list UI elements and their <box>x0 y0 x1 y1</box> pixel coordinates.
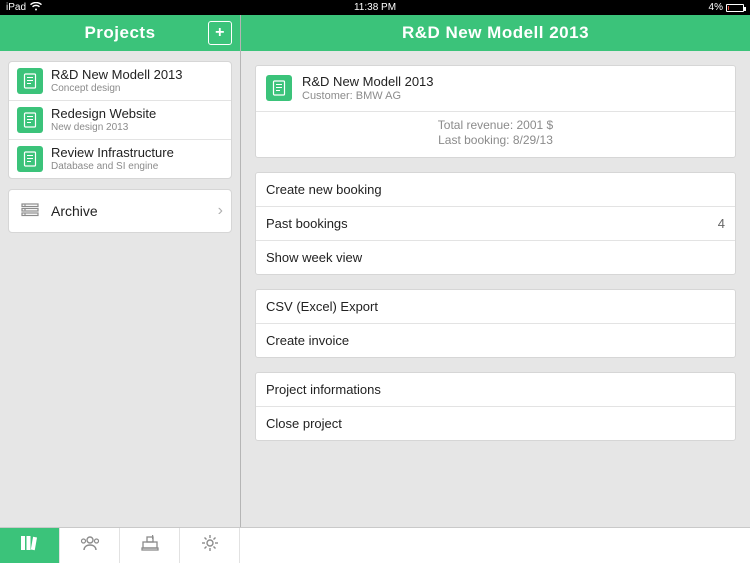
project-actions: Project informations Close project <box>255 372 736 441</box>
create-booking-label: Create new booking <box>266 182 382 197</box>
wifi-icon <box>30 2 42 14</box>
document-icon <box>17 68 43 94</box>
project-subtitle: New design 2013 <box>51 122 156 133</box>
past-bookings-count: 4 <box>718 216 725 231</box>
project-name: R&D New Modell 2013 <box>302 74 434 90</box>
create-invoice-button[interactable]: Create invoice <box>256 324 735 357</box>
project-item-1[interactable]: Redesign Website New design 2013 <box>9 101 231 140</box>
project-subtitle: Concept design <box>51 83 183 94</box>
document-icon <box>266 75 292 101</box>
main-title: R&D New Modell 2013 <box>402 23 589 43</box>
device-label: iPad <box>6 2 26 13</box>
project-title: R&D New Modell 2013 <box>51 68 183 82</box>
archive-button[interactable]: Archive › <box>9 190 231 232</box>
sidebar-header: Projects + <box>0 15 240 51</box>
sidebar-title: Projects <box>84 23 155 43</box>
cash-register-icon <box>139 534 161 557</box>
tabbar-spacer <box>240 528 750 563</box>
tab-register[interactable] <box>120 528 180 563</box>
csv-export-button[interactable]: CSV (Excel) Export <box>256 290 735 324</box>
battery-percent: 4% <box>709 2 723 13</box>
project-header-row: R&D New Modell 2013 Customer: BMW AG <box>256 66 735 112</box>
archive-label: Archive <box>51 203 218 219</box>
people-icon <box>79 534 101 557</box>
create-booking-button[interactable]: Create new booking <box>256 173 735 207</box>
csv-export-label: CSV (Excel) Export <box>266 299 378 314</box>
tab-customers[interactable] <box>60 528 120 563</box>
close-project-button[interactable]: Close project <box>256 407 735 440</box>
tab-bar <box>0 527 750 563</box>
close-project-label: Close project <box>266 416 342 431</box>
battery-icon <box>726 4 744 12</box>
clock: 11:38 PM <box>354 2 396 13</box>
tab-projects[interactable] <box>0 528 60 563</box>
status-bar: iPad 11:38 PM 4% <box>0 0 750 15</box>
project-subtitle: Database and SI engine <box>51 161 174 172</box>
booking-actions: Create new booking Past bookings 4 Show … <box>255 172 736 275</box>
week-view-button[interactable]: Show week view <box>256 241 735 274</box>
books-icon <box>19 534 41 557</box>
main-panel: R&D New Modell 2013 R&D New Modell 2013 … <box>241 15 750 527</box>
archive-group: Archive › <box>8 189 232 233</box>
week-view-label: Show week view <box>266 250 362 265</box>
project-item-0[interactable]: R&D New Modell 2013 Concept design <box>9 62 231 101</box>
total-revenue: Total revenue: 2001 $ <box>256 118 735 134</box>
add-project-button[interactable]: + <box>208 21 232 45</box>
document-icon <box>17 107 43 133</box>
project-title: Redesign Website <box>51 107 156 121</box>
project-info-label: Project informations <box>266 382 381 397</box>
export-actions: CSV (Excel) Export Create invoice <box>255 289 736 358</box>
sidebar: Projects + R&D New Modell 2013 Concept d… <box>0 15 241 527</box>
project-list: R&D New Modell 2013 Concept design Redes… <box>8 61 232 179</box>
project-summary-card: R&D New Modell 2013 Customer: BMW AG Tot… <box>255 65 736 158</box>
project-item-2[interactable]: Review Infrastructure Database and SI en… <box>9 140 231 178</box>
project-title: Review Infrastructure <box>51 146 174 160</box>
create-invoice-label: Create invoice <box>266 333 349 348</box>
project-summary: Total revenue: 2001 $ Last booking: 8/29… <box>256 112 735 157</box>
past-bookings-button[interactable]: Past bookings 4 <box>256 207 735 241</box>
document-icon <box>17 146 43 172</box>
last-booking: Last booking: 8/29/13 <box>256 133 735 149</box>
tab-settings[interactable] <box>180 528 240 563</box>
project-customer: Customer: BMW AG <box>302 90 434 103</box>
project-info-button[interactable]: Project informations <box>256 373 735 407</box>
past-bookings-label: Past bookings <box>266 216 348 231</box>
plus-icon: + <box>215 24 225 42</box>
archive-icon <box>17 198 43 224</box>
main-header: R&D New Modell 2013 <box>241 15 750 51</box>
chevron-right-icon: › <box>218 202 223 220</box>
gear-icon <box>199 534 221 557</box>
